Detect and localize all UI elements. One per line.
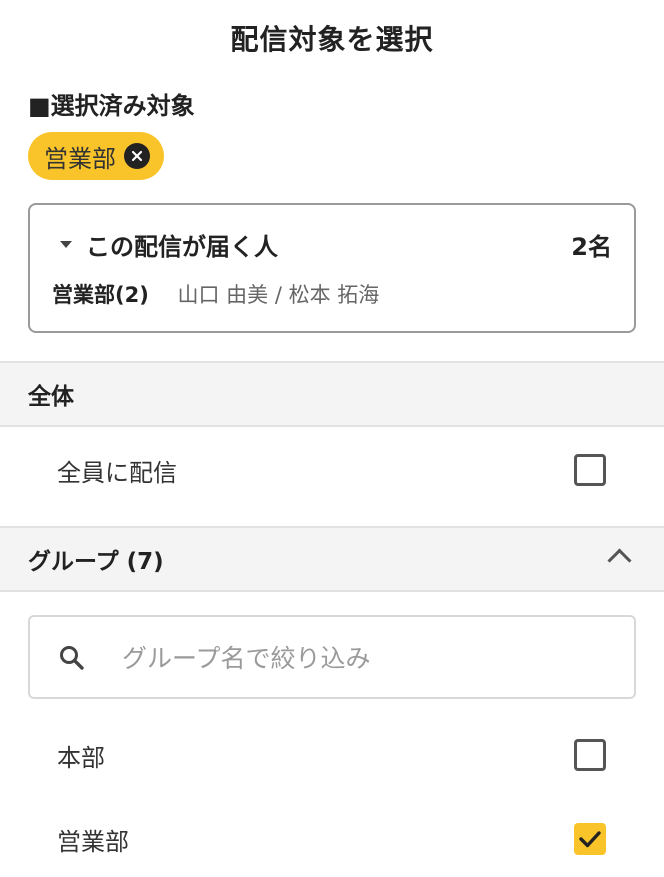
chevron-up-icon[interactable]	[607, 548, 632, 573]
list-item-group[interactable]: 営業部	[0, 809, 664, 869]
section-header-groups[interactable]: グループ (7)	[0, 526, 664, 592]
section-header-all: 全体	[0, 361, 664, 427]
recipients-row: 営業部(2) 山口 由美 / 松本 拓海	[52, 279, 379, 309]
section-title-all: 全体	[28, 384, 74, 410]
chip-remove-button[interactable]	[124, 143, 150, 169]
list-item-all-members[interactable]: 全員に配信	[0, 440, 664, 500]
recipients-count: 2名	[571, 233, 612, 261]
checkbox-group-honbu[interactable]	[574, 739, 606, 771]
recipients-group: 営業部(2)	[52, 283, 149, 307]
selected-chip: 営業部	[28, 132, 164, 180]
selected-targets-label: ■選択済み対象	[28, 92, 195, 120]
checkbox-group-eigyo[interactable]	[574, 823, 606, 855]
list-item-label: 全員に配信	[57, 458, 177, 487]
page-title: 配信対象を選択	[230, 23, 434, 56]
recipients-members: 山口 由美 / 松本 拓海	[177, 283, 380, 307]
group-search-input[interactable]	[120, 635, 614, 681]
group-search-box	[28, 615, 636, 699]
recipients-panel: この配信が届く人 2名 営業部(2) 山口 由美 / 松本 拓海	[28, 203, 636, 333]
check-icon	[579, 831, 601, 848]
recipients-title: この配信が届く人	[86, 233, 278, 261]
list-item-group[interactable]: 本部	[0, 725, 664, 785]
recipients-toggle[interactable]: この配信が届く人	[60, 227, 278, 262]
selected-chip-label: 営業部	[44, 144, 116, 173]
checkbox-all-members[interactable]	[574, 454, 606, 486]
search-icon	[60, 646, 84, 670]
caret-down-icon	[60, 241, 72, 248]
section-title-groups: グループ (7)	[28, 549, 164, 575]
list-item-label: 営業部	[57, 827, 129, 856]
close-icon	[131, 150, 143, 162]
list-item-label: 本部	[57, 743, 105, 772]
